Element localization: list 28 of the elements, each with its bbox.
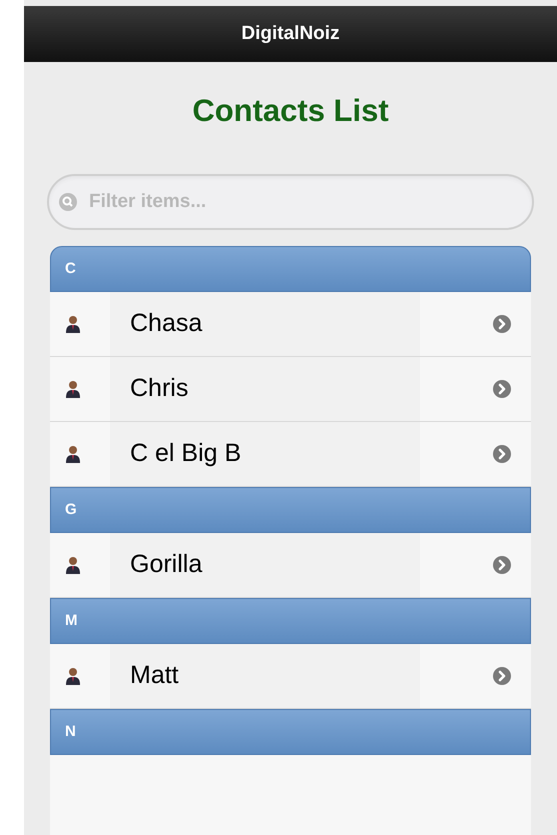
chevron-right-icon <box>493 667 511 685</box>
chevron-right-icon <box>493 315 511 333</box>
contact-row[interactable]: Chris <box>50 357 531 422</box>
page-title: Contacts List <box>192 92 389 130</box>
contact-name: Chasa <box>130 308 202 340</box>
contact-row[interactable]: C el Big B <box>50 422 531 487</box>
contact-row[interactable]: Chasa <box>50 292 531 357</box>
contact-name: Gorilla <box>130 549 202 580</box>
contact-name: C el Big B <box>130 438 242 470</box>
person-icon <box>66 380 80 398</box>
chevron-right-icon <box>493 556 511 574</box>
contact-row[interactable]: Matt <box>50 644 531 709</box>
person-icon <box>66 667 80 685</box>
section-letter: M <box>65 610 78 631</box>
chevron-right-icon <box>493 380 511 398</box>
contact-row[interactable]: Gorilla <box>50 533 531 598</box>
contact-name: Chris <box>130 373 188 404</box>
section-letter: C <box>65 258 76 279</box>
app-title: DigitalNoiz <box>241 22 340 46</box>
contact-name: Matt <box>130 660 179 692</box>
section-letter: N <box>65 722 76 742</box>
filter-field[interactable]: Filter items... <box>47 174 534 230</box>
section-letter: G <box>65 500 77 520</box>
chevron-right-icon <box>493 445 511 463</box>
person-icon <box>66 445 80 463</box>
person-icon <box>66 315 80 333</box>
search-icon <box>59 193 77 211</box>
person-icon <box>66 556 80 574</box>
